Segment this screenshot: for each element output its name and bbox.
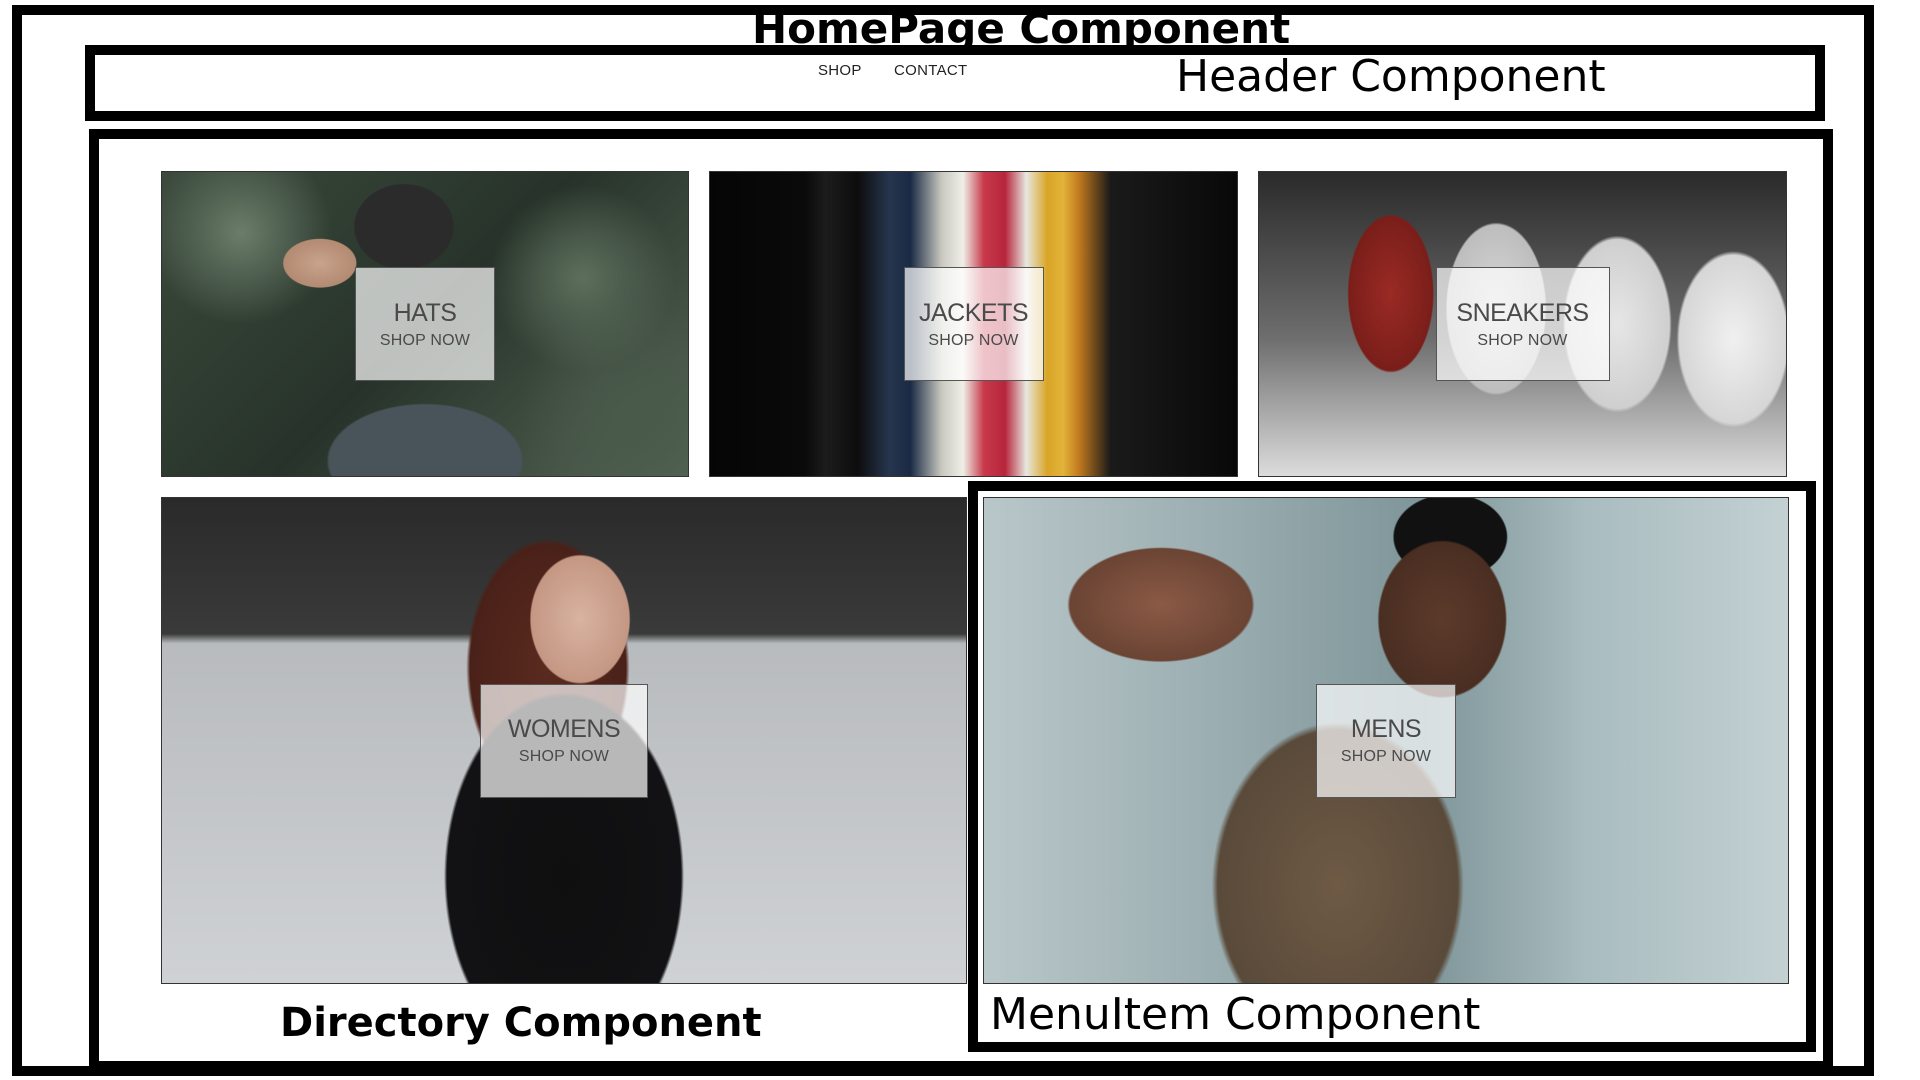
menu-item-womens[interactable]: WOMENS SHOP NOW xyxy=(161,497,967,984)
menuitem-component-label: MenuItem Component xyxy=(990,989,1481,1040)
menu-item-subtitle: SHOP NOW xyxy=(518,748,610,765)
menu-item-content: JACKETS SHOP NOW xyxy=(903,267,1044,381)
menu-item-title: WOMENS xyxy=(507,715,621,743)
menu-item-content: SNEAKERS SHOP NOW xyxy=(1435,267,1610,381)
menu-item-subtitle: SHOP NOW xyxy=(1477,331,1568,349)
menu-item-title: JACKETS xyxy=(918,298,1029,327)
homepage-component-label: HomePage Component xyxy=(752,4,1291,53)
directory-component-label: Directory Component xyxy=(280,1000,762,1046)
menu-item-subtitle: SHOP NOW xyxy=(379,331,471,349)
menu-item-content: HATS SHOP NOW xyxy=(355,267,495,381)
menu-item-subtitle: SHOP NOW xyxy=(928,331,1019,349)
menu-item-jackets[interactable]: JACKETS SHOP NOW xyxy=(709,171,1238,477)
menu-item-sneakers[interactable]: SNEAKERS SHOP NOW xyxy=(1258,171,1787,477)
menu-item-title: SNEAKERS xyxy=(1456,298,1589,327)
menu-item-hats[interactable]: HATS SHOP NOW xyxy=(161,171,689,477)
nav-contact-link[interactable]: CONTACT xyxy=(894,62,967,79)
menuitem-component-box xyxy=(968,481,1816,1052)
diagram-stage: HomePage Component Header Component SHOP… xyxy=(0,0,1920,1080)
header-component-label: Header Component xyxy=(1176,51,1606,102)
menu-item-title: HATS xyxy=(393,298,457,327)
menu-item-content: WOMENS SHOP NOW xyxy=(480,683,648,798)
nav-shop-link[interactable]: SHOP xyxy=(818,62,862,79)
